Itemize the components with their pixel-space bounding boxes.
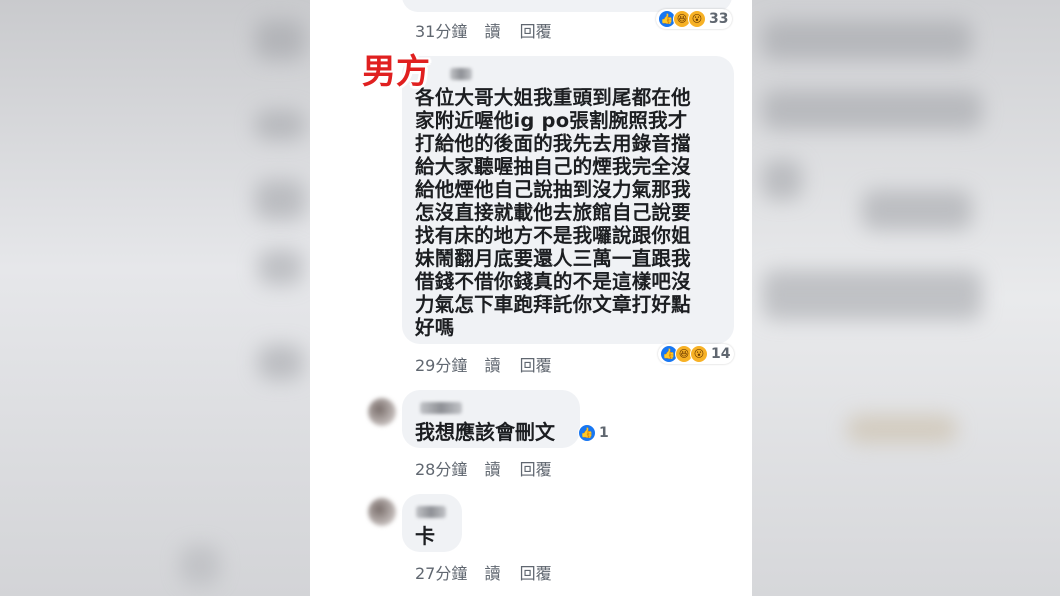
read-link[interactable]: 讀 xyxy=(484,356,500,375)
comment-bubble: 卡 xyxy=(402,494,462,552)
comment-bubble: 我想應該會刪文 xyxy=(402,390,580,448)
reply-link[interactable]: 回覆 xyxy=(520,356,552,375)
blurred-background-right xyxy=(752,0,1060,596)
comment-meta: 29分鐘 讀 回覆 xyxy=(415,352,566,376)
avatar[interactable] xyxy=(368,398,396,426)
commenter-name xyxy=(416,506,446,518)
reply-link[interactable]: 回覆 xyxy=(520,22,552,41)
comment-time: 31分鐘 xyxy=(415,22,468,41)
comment-text: 各位大哥大姐我重頭到尾都在他 家附近喔他ig po張割腕照我才 打給他的後面的我… xyxy=(415,86,691,339)
like-icon: 👍 xyxy=(578,424,596,442)
commenter-name xyxy=(450,68,472,80)
reaction-count: 14 xyxy=(711,346,731,362)
reaction-count: 1 xyxy=(599,425,609,441)
comment-time: 29分鐘 xyxy=(415,356,468,375)
comment-text: 卡 xyxy=(415,524,435,548)
read-link[interactable]: 讀 xyxy=(484,460,500,479)
blurred-background-left xyxy=(0,0,310,596)
comment-time: 27分鐘 xyxy=(415,564,468,583)
comment-meta: 28分鐘 讀 回覆 xyxy=(415,456,566,480)
reply-link[interactable]: 回覆 xyxy=(520,564,552,583)
wow-icon: 😮 xyxy=(690,345,708,363)
reaction-summary[interactable]: 👍 😆 😮 33 xyxy=(656,9,733,29)
reaction-summary[interactable]: 👍 😆 😮 14 xyxy=(658,344,735,364)
avatar[interactable] xyxy=(368,498,396,526)
reaction-count: 33 xyxy=(709,11,729,27)
reply-link[interactable]: 回覆 xyxy=(520,460,552,479)
comment-time: 28分鐘 xyxy=(415,460,468,479)
commenter-name xyxy=(420,402,462,414)
comment-bubble: 各位大哥大姐我重頭到尾都在他 家附近喔他ig po張割腕照我才 打給他的後面的我… xyxy=(402,56,734,344)
comment-meta: 27分鐘 讀 回覆 xyxy=(415,560,566,584)
read-link[interactable]: 讀 xyxy=(484,564,500,583)
reaction-summary[interactable]: 👍 1 xyxy=(576,423,613,443)
read-link[interactable]: 讀 xyxy=(484,22,500,41)
comment-meta: 31分鐘 讀 回覆 xyxy=(415,18,566,42)
overlay-tag-label: 男方 xyxy=(362,52,430,92)
comment-text: 我想應該會刪文 xyxy=(415,420,555,444)
wow-icon: 😮 xyxy=(688,10,706,28)
